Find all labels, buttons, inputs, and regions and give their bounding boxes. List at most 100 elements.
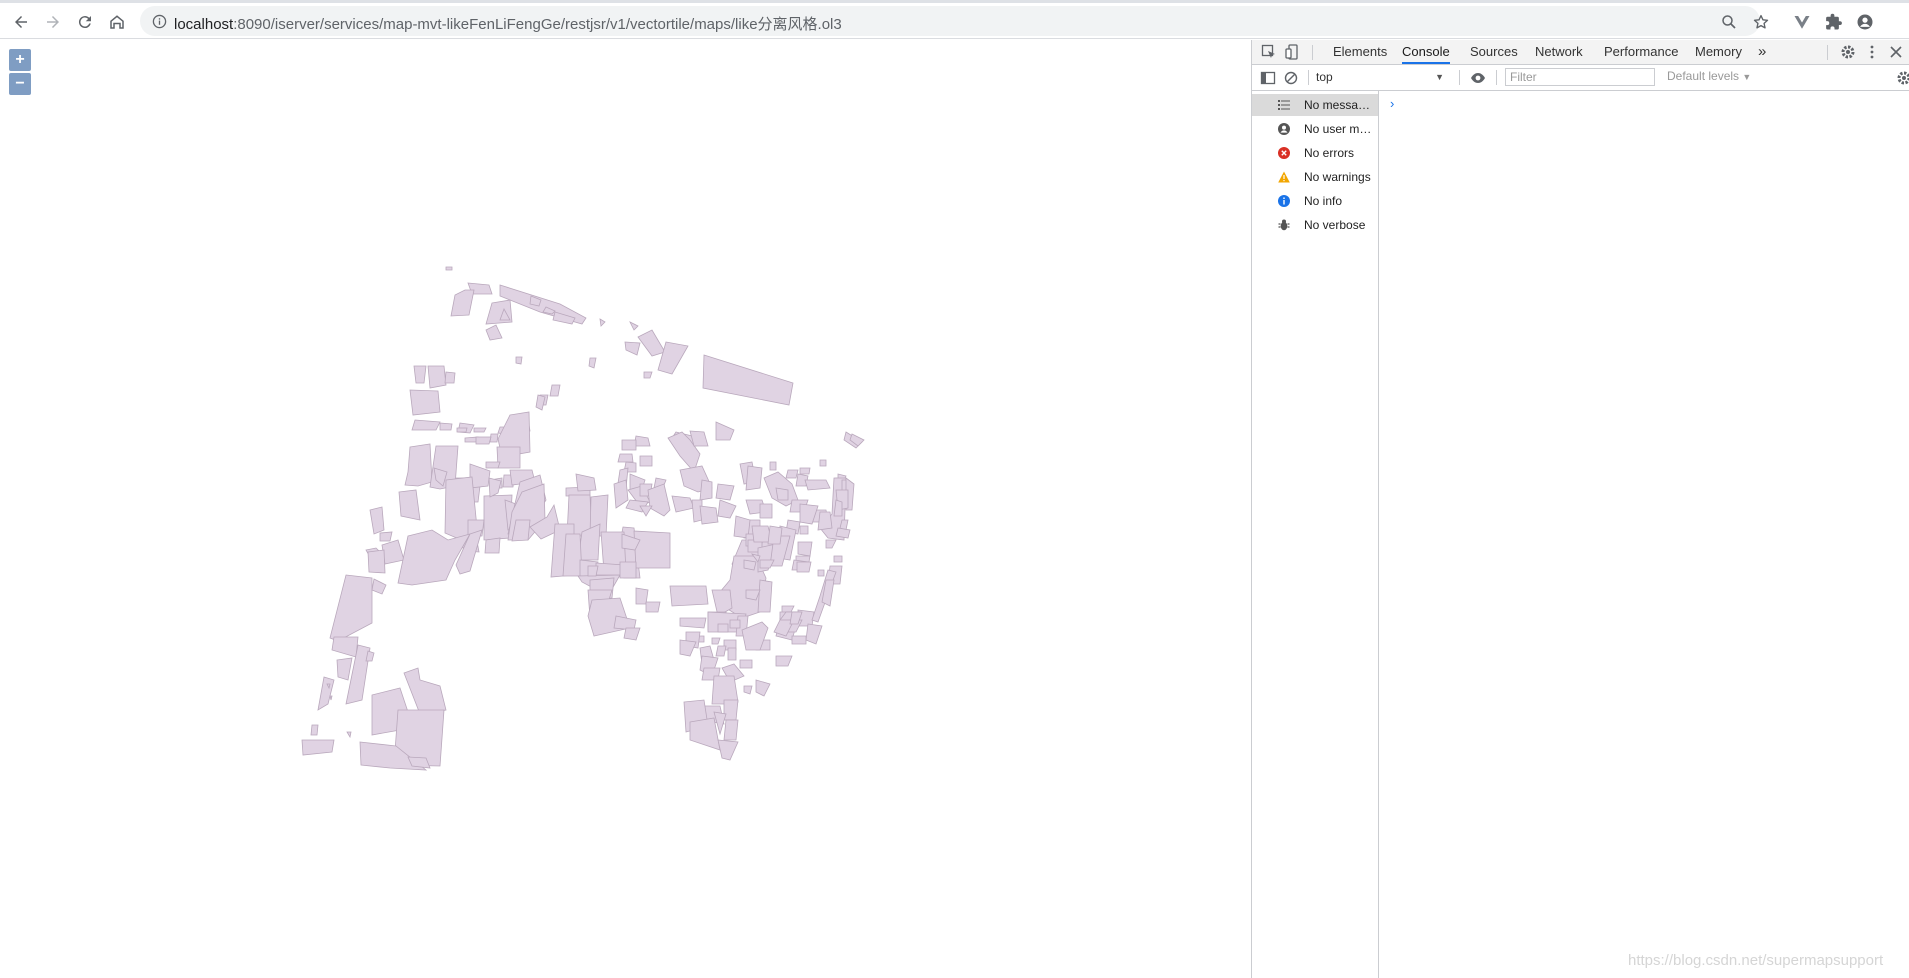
sidebar-item-warnings[interactable]: No warnings (1252, 166, 1378, 188)
building-polygon (633, 530, 671, 569)
console-sidebar: No messages No user messages No errors N… (1252, 91, 1379, 978)
building-polygon (804, 479, 831, 491)
building-polygon (715, 421, 735, 441)
building-polygon (757, 579, 773, 613)
filter-input[interactable] (1505, 68, 1655, 86)
building-polygon (629, 321, 639, 331)
more-tabs-button[interactable]: » (1758, 40, 1766, 64)
building-polygon (369, 506, 385, 535)
live-expression-eye-icon[interactable] (1470, 70, 1486, 86)
building-polygon (371, 578, 387, 595)
building-polygon (403, 667, 447, 715)
building-polygon (835, 527, 851, 539)
building-polygon (715, 483, 735, 501)
inspect-element-icon[interactable] (1261, 44, 1277, 60)
settings-gear-icon[interactable] (1840, 44, 1856, 60)
building-polygon (587, 565, 599, 577)
building-polygon (797, 541, 813, 557)
address-bar[interactable]: localhost:8090/iserver/services/map-mvt-… (140, 6, 1760, 36)
context-selector[interactable]: top ▼ (1316, 68, 1446, 86)
building-polygon (439, 422, 453, 431)
sidebar-item-label: No errors (1304, 146, 1355, 160)
vue-devtools-icon[interactable] (1789, 9, 1815, 35)
building-polygon (775, 655, 793, 667)
separator (1312, 45, 1313, 60)
building-polygon (450, 289, 475, 317)
tab-elements[interactable]: Elements (1333, 40, 1387, 64)
building-polygon (624, 341, 641, 356)
building-polygon (799, 467, 811, 475)
more-options-icon[interactable] (1864, 44, 1880, 60)
sidebar-item-user-messages[interactable]: No user messages (1252, 118, 1378, 140)
tab-performance[interactable]: Performance (1604, 40, 1678, 64)
devtools-tab-bar: Elements Console Sources Network Perform… (1252, 40, 1909, 65)
building-polygon (336, 657, 353, 681)
log-levels-label: Default levels (1667, 69, 1740, 83)
building-polygon (769, 461, 777, 471)
zoom-in-button[interactable]: + (9, 49, 31, 71)
building-polygon (723, 719, 739, 741)
devtools-panel: Elements Console Sources Network Perform… (1251, 40, 1909, 978)
building-polygon (785, 469, 799, 479)
log-levels-dropdown[interactable]: Default levels ▼ (1667, 69, 1751, 83)
home-icon[interactable] (104, 9, 130, 35)
zoom-out-button[interactable]: − (9, 73, 31, 95)
sidebar-toggle-icon[interactable] (1260, 70, 1276, 86)
tab-sources[interactable]: Sources (1470, 40, 1518, 64)
separator (1459, 70, 1460, 85)
building-polygon (717, 739, 739, 761)
profile-icon[interactable] (1852, 9, 1878, 35)
info-icon[interactable] (150, 12, 168, 30)
forward-icon[interactable] (40, 9, 66, 35)
building-polygon (819, 459, 827, 467)
map-canvas[interactable] (0, 40, 1251, 978)
building-polygon (346, 731, 352, 739)
browser-toolbar: localhost:8090/iserver/services/map-mvt-… (0, 3, 1909, 39)
sidebar-item-info[interactable]: No info (1252, 190, 1378, 212)
building-polygon (805, 623, 823, 645)
console-settings-gear-icon[interactable] (1896, 70, 1909, 86)
separator (1308, 70, 1309, 85)
tab-console[interactable]: Console (1402, 40, 1450, 64)
building-polygon (444, 371, 456, 384)
building-polygon (711, 637, 721, 645)
url-text: localhost:8090/iserver/services/map-mvt-… (174, 13, 842, 34)
building-polygon (767, 525, 783, 545)
url-host: localhost (174, 16, 234, 33)
building-polygon (669, 585, 709, 607)
building-polygon (699, 505, 719, 525)
sidebar-item-errors[interactable]: No errors (1252, 142, 1378, 164)
building-polygon (404, 443, 433, 487)
zoom-icon[interactable] (1716, 9, 1742, 35)
device-toolbar-icon[interactable] (1285, 44, 1301, 60)
extensions-icon[interactable] (1821, 9, 1847, 35)
building-polygon (671, 495, 695, 513)
reload-icon[interactable] (72, 9, 98, 35)
building-polygon (621, 439, 637, 451)
map-viewport[interactable]: + − (0, 40, 1251, 978)
sidebar-item-label: No verbose (1304, 218, 1366, 232)
building-polygon (301, 739, 335, 756)
sidebar-item-messages[interactable]: No messages (1252, 94, 1378, 116)
building-polygon (643, 371, 653, 379)
close-icon[interactable] (1888, 44, 1904, 60)
building-polygon (825, 539, 837, 549)
building-polygon (329, 695, 333, 701)
building-polygon (755, 679, 771, 697)
console-prompt[interactable]: › (1390, 96, 1394, 111)
user-icon (1278, 123, 1290, 135)
clear-console-icon[interactable] (1283, 70, 1299, 86)
back-icon[interactable] (8, 9, 34, 35)
tab-network[interactable]: Network (1535, 40, 1583, 64)
sidebar-item-verbose[interactable]: No verbose (1252, 214, 1378, 236)
building-polygon (817, 511, 833, 531)
building-polygon (562, 533, 583, 577)
building-polygon (775, 487, 789, 501)
building-polygon (588, 357, 597, 369)
building-polygon (549, 384, 561, 397)
sidebar-item-label: No user messages (1304, 122, 1376, 136)
list-icon (1278, 100, 1290, 110)
tab-memory[interactable]: Memory (1695, 40, 1742, 64)
star-icon[interactable] (1748, 9, 1774, 35)
building-polygon (484, 537, 501, 554)
